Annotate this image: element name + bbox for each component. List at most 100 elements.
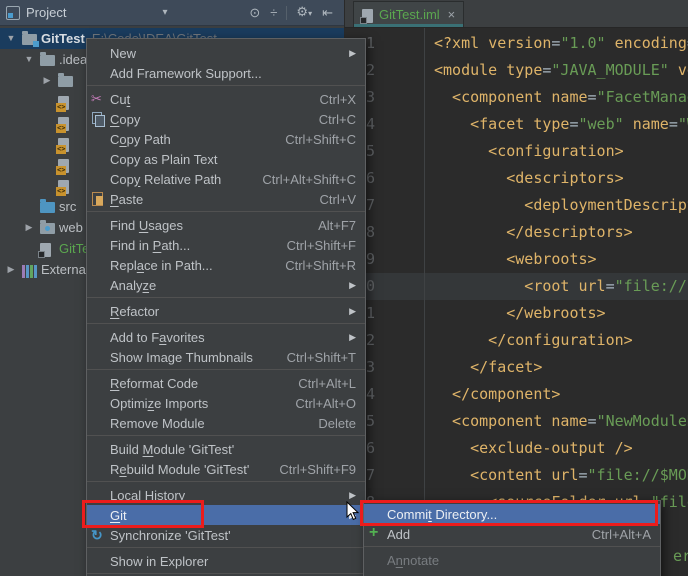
annotation-box-commit-directory <box>360 500 658 526</box>
menu-item-copy[interactable]: CopyCtrl+C <box>87 109 365 129</box>
code-token: url <box>551 466 578 484</box>
code-line-5[interactable]: <configuration> <box>434 138 624 165</box>
menu-item-rebuild-module-gittest[interactable]: Rebuild Module 'GitTest'Ctrl+Shift+F9 <box>87 459 365 479</box>
menu-item-replace-in-path[interactable]: Replace in Path...Ctrl+Shift+R <box>87 255 365 275</box>
xml-file-icon <box>58 117 69 131</box>
menu-item-cut[interactable]: CutCtrl+X <box>87 89 365 109</box>
project-tool-icon <box>6 6 20 20</box>
code-token: </component> <box>434 385 560 403</box>
code-token: <module <box>434 61 506 79</box>
menu-icon-spacer <box>90 45 106 61</box>
tree-row-text: src <box>59 196 76 217</box>
menu-item-optimize-imports[interactable]: Optimize ImportsCtrl+Alt+O <box>87 393 365 413</box>
hide-panel-icon[interactable]: ⇤ <box>322 6 333 19</box>
code-token: "W <box>678 115 688 133</box>
menu-item-add-to-favorites[interactable]: Add to Favorites ▶ <box>87 327 365 347</box>
code-token: "web" <box>579 115 624 133</box>
menu-item-paste[interactable]: PasteCtrl+V <box>87 189 365 209</box>
tree-row-text: web <box>59 217 83 238</box>
settings-gear-icon[interactable]: ⚙▾ <box>296 5 312 20</box>
cut-icon <box>90 91 106 107</box>
code-token: = <box>588 412 597 430</box>
menu-item-show-in-explorer[interactable]: Show in Explorer <box>87 551 365 571</box>
tree-collapsed-arrow-icon[interactable]: ▶ <box>40 70 54 91</box>
xml-file-icon <box>58 159 69 173</box>
menu-item-find-in-path[interactable]: Find in Path...Ctrl+Shift+F <box>87 235 365 255</box>
code-token: url <box>579 277 606 295</box>
code-line-15[interactable]: <component name="NewModuleR <box>434 408 688 435</box>
panel-title: Project <box>26 5 66 20</box>
code-token: = <box>606 277 615 295</box>
menu-item-new[interactable]: New▶ <box>87 43 365 63</box>
code-line-13[interactable]: </facet> <box>434 354 542 381</box>
menu-item-copy-path[interactable]: Copy PathCtrl+Shift+C <box>87 129 365 149</box>
tab-gittest-iml[interactable]: GitTest.iml × <box>353 1 464 27</box>
menu-item-find-usages[interactable]: Find UsagesAlt+F7 <box>87 215 365 235</box>
annotation-box-git <box>82 500 204 528</box>
tree-label: GitTest <box>41 28 85 49</box>
iml-file-icon <box>40 243 51 257</box>
code-token: </facet> <box>434 358 542 376</box>
menu-item-show-image-thumbnails[interactable]: Show Image ThumbnailsCtrl+Shift+T <box>87 347 365 367</box>
chevron-down-icon[interactable]: ▾ <box>162 6 167 19</box>
code-line-7[interactable]: <deploymentDescript <box>434 192 688 219</box>
xml-file-icon <box>58 138 69 152</box>
submenu-arrow-icon: ▶ <box>349 332 356 343</box>
menu-shortcut: Ctrl+Shift+F9 <box>257 462 356 477</box>
code-token: = <box>588 88 597 106</box>
menu-item-add-framework-support[interactable]: Add Framework Support... <box>87 63 365 83</box>
menu-item-label: Show Image Thumbnails <box>110 350 253 365</box>
code-line-1[interactable]: <?xml version="1.0" encoding= <box>434 30 688 57</box>
collapse-all-icon[interactable]: ÷ <box>270 6 277 19</box>
code-token: name <box>551 412 587 430</box>
submenu-arrow-icon: ▶ <box>349 48 356 59</box>
menu-separator <box>87 369 365 370</box>
menu-item-label: Add to Favorites <box>110 330 205 345</box>
code-line-16[interactable]: <exclude-output /> <box>434 435 633 462</box>
code-token: "JAVA_MODULE" <box>551 61 668 79</box>
code-editor[interactable]: 123456789101112131415161718 <?xml versio… <box>344 28 688 576</box>
code-token: <component <box>434 412 551 430</box>
code-line-9[interactable]: <webroots> <box>434 246 597 273</box>
tree-expanded-arrow-icon[interactable]: ▼ <box>4 28 18 49</box>
tree-collapsed-arrow-icon[interactable]: ▶ <box>4 259 18 280</box>
menu-item-copy-as-plain-text[interactable]: Copy as Plain Text <box>87 149 365 169</box>
menu-item-annotate[interactable]: Annotate <box>364 550 660 570</box>
code-line-10[interactable]: <root url="file://$ <box>434 273 688 300</box>
code-line-8[interactable]: </descriptors> <box>434 219 633 246</box>
code-token: ve <box>678 61 688 79</box>
menu-item-refactor[interactable]: Refactor▶ <box>87 301 365 321</box>
project-panel-header: Project ▾ ⊙ ÷ ⚙▾ ⇤ <box>0 0 344 26</box>
code-line-6[interactable]: <descriptors> <box>434 165 624 192</box>
code-line-4[interactable]: <facet type="web" name="W <box>434 111 688 138</box>
menu-item-remove-module[interactable]: Remove ModuleDelete <box>87 413 365 433</box>
tree-collapsed-arrow-icon[interactable]: ▶ <box>22 217 36 238</box>
code-line-14[interactable]: </component> <box>434 381 560 408</box>
menu-shortcut: Ctrl+Alt+O <box>273 396 356 411</box>
menu-item-synchronize-gittest[interactable]: Synchronize 'GitTest' <box>87 525 365 545</box>
close-tab-icon[interactable]: × <box>448 8 456 21</box>
menu-icon-spacer <box>90 237 106 253</box>
code-fragment: erit <box>673 543 688 570</box>
menu-icon-spacer <box>90 277 106 293</box>
menu-separator <box>87 481 365 482</box>
code-token: <root <box>434 277 579 295</box>
locate-icon[interactable]: ⊙ <box>249 6 260 19</box>
menu-icon-spacer <box>90 553 106 569</box>
code-line-11[interactable]: </webroots> <box>434 300 606 327</box>
code-line-2[interactable]: <module type="JAVA_MODULE" ve <box>434 57 688 84</box>
menu-icon-spacer <box>90 329 106 345</box>
menu-item-add[interactable]: AddCtrl+Alt+A <box>364 524 660 544</box>
code-line-12[interactable]: </configuration> <box>434 327 633 354</box>
tree-expanded-arrow-icon[interactable]: ▼ <box>22 49 36 70</box>
menu-item-reformat-code[interactable]: Reformat CodeCtrl+Alt+L <box>87 373 365 393</box>
menu-item-build-module-gittest[interactable]: Build Module 'GitTest' <box>87 439 365 459</box>
code-line-17[interactable]: <content url="file://$MOD <box>434 462 688 489</box>
menu-item-label: Synchronize 'GitTest' <box>110 528 231 543</box>
folder-web-icon <box>40 223 55 234</box>
menu-item-label: Cut <box>110 92 130 107</box>
menu-item-analyze[interactable]: Analyze▶ <box>87 275 365 295</box>
menu-icon-spacer <box>90 415 106 431</box>
menu-item-copy-relative-path[interactable]: Copy Relative PathCtrl+Alt+Shift+C <box>87 169 365 189</box>
code-line-3[interactable]: <component name="FacetManag <box>434 84 688 111</box>
